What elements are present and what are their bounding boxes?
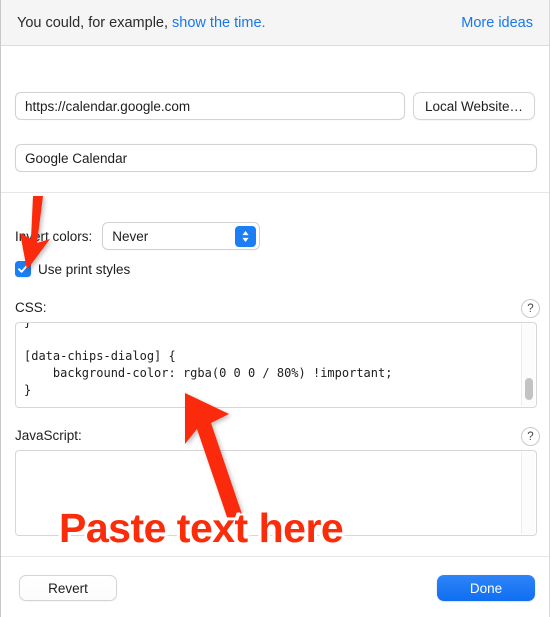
use-print-styles-row[interactable]: Use print styles — [15, 261, 130, 277]
css-code-editor[interactable]: } [data-chips-dialog] { background-color… — [15, 322, 537, 408]
section-divider-bottom — [1, 556, 549, 557]
checkmark-icon — [18, 264, 28, 273]
chevron-up-down-icon — [235, 226, 257, 247]
suggestion-prefix: You could, for example, — [17, 14, 173, 31]
css-help-icon[interactable]: ? — [521, 299, 540, 318]
url-input[interactable]: https://calendar.google.com — [15, 92, 405, 120]
more-ideas-link[interactable]: More ideas — [461, 15, 533, 31]
section-divider-top — [1, 192, 549, 193]
javascript-section-label: JavaScript: — [15, 428, 82, 443]
css-code-text[interactable]: } [data-chips-dialog] { background-color… — [16, 323, 536, 399]
title-row: Google Calendar — [15, 144, 537, 172]
style-editor-panel: You could, for example, show the time. M… — [0, 0, 550, 617]
javascript-code-editor[interactable] — [15, 450, 537, 536]
invert-colors-value: Never — [112, 228, 149, 244]
javascript-help-icon[interactable]: ? — [521, 427, 540, 446]
invert-colors-label: Invert colors: — [15, 228, 93, 244]
css-scrollbar[interactable] — [521, 324, 535, 406]
suggestion-banner: You could, for example, show the time. M… — [1, 0, 549, 46]
local-website-button[interactable]: Local Website… — [413, 92, 535, 120]
javascript-scrollbar[interactable] — [521, 452, 535, 534]
use-print-styles-label: Use print styles — [38, 261, 131, 277]
css-section-label: CSS: — [15, 300, 47, 315]
revert-button[interactable]: Revert — [19, 575, 117, 601]
url-row: https://calendar.google.com Local Websit… — [15, 92, 537, 120]
done-button[interactable]: Done — [437, 575, 535, 601]
use-print-styles-checkbox[interactable] — [15, 261, 31, 277]
css-scrollbar-thumb[interactable] — [525, 378, 533, 400]
title-input[interactable]: Google Calendar — [15, 144, 537, 172]
invert-colors-select[interactable]: Never — [102, 222, 261, 250]
invert-colors-row: Invert colors: Never — [15, 222, 261, 250]
show-the-time-link[interactable]: show the time. — [172, 15, 266, 31]
suggestion-text: You could, for example, show the time. — [17, 15, 266, 31]
